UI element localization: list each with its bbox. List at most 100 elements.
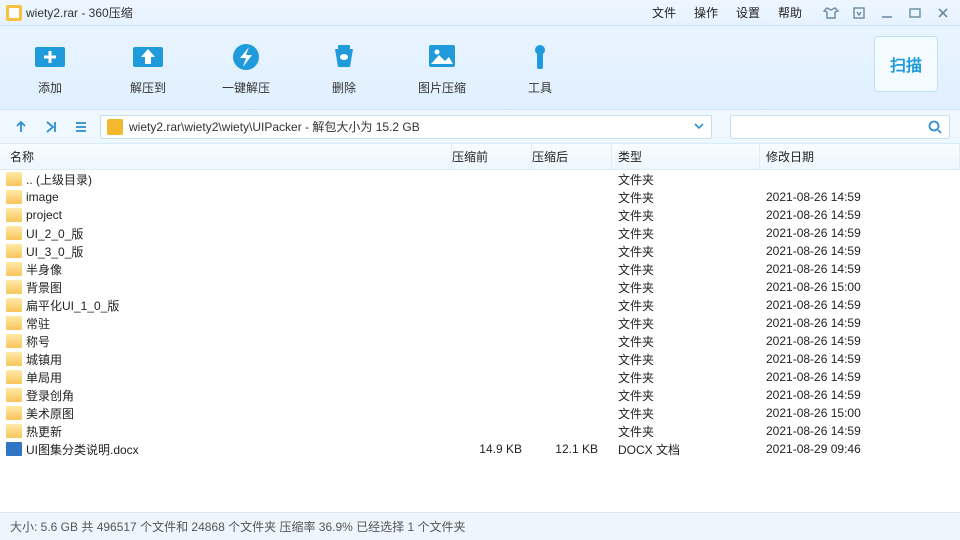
column-headers: 名称 压缩前 压缩后 类型 修改日期 (0, 144, 960, 170)
col-name[interactable]: 名称 (0, 144, 452, 169)
folder-icon (6, 226, 22, 240)
file-name: UI图集分类说明.docx (26, 441, 452, 458)
file-name: 常驻 (26, 315, 452, 332)
extract-icon (127, 39, 169, 73)
skin-icon[interactable] (820, 4, 842, 22)
file-date: 2021-08-26 14:59 (760, 334, 960, 348)
file-row[interactable]: UI图集分类说明.docx14.9 KB12.1 KBDOCX 文档2021-0… (0, 440, 960, 458)
file-type: 文件夹 (612, 333, 760, 350)
toolbar-extract-button[interactable]: 解压到 (116, 39, 180, 96)
file-date: 2021-08-26 14:59 (760, 388, 960, 402)
file-row[interactable]: 单局用文件夹2021-08-26 14:59 (0, 368, 960, 386)
search-box[interactable] (730, 115, 950, 139)
menu-item-3[interactable]: 帮助 (778, 4, 802, 21)
file-row[interactable]: UI_3_0_版文件夹2021-08-26 14:59 (0, 242, 960, 260)
folder-icon (6, 208, 22, 222)
close-button[interactable] (932, 4, 954, 22)
dropdown-icon[interactable] (848, 4, 870, 22)
file-row[interactable]: 背景图文件夹2021-08-26 15:00 (0, 278, 960, 296)
file-name: .. (上级目录) (26, 171, 452, 188)
file-date: 2021-08-26 14:59 (760, 244, 960, 258)
col-after[interactable]: 压缩后 (532, 144, 612, 169)
add-icon (29, 39, 71, 73)
nav-collapse-icon[interactable] (40, 116, 62, 138)
toolbar-tools-button[interactable]: 工具 (508, 39, 572, 96)
file-name: image (26, 190, 452, 204)
maximize-button[interactable] (904, 4, 926, 22)
chevron-down-icon[interactable] (693, 120, 705, 135)
toolbar-label: 删除 (332, 79, 356, 96)
status-text: 大小: 5.6 GB 共 496517 个文件和 24868 个文件夹 压缩率 … (10, 518, 465, 535)
size-before: 14.9 KB (452, 442, 532, 456)
file-row[interactable]: 称号 文件夹2021-08-26 14:59 (0, 332, 960, 350)
menu-item-1[interactable]: 操作 (694, 4, 718, 21)
file-date: 2021-08-26 14:59 (760, 370, 960, 384)
app-icon (6, 5, 22, 21)
file-type: 文件夹 (612, 261, 760, 278)
search-icon (927, 119, 943, 135)
file-type: DOCX 文档 (612, 441, 760, 458)
window-title: wiety2.rar - 360压缩 (26, 4, 133, 21)
nav-list-icon[interactable] (70, 116, 92, 138)
file-row[interactable]: UI_2_0_版文件夹2021-08-26 14:59 (0, 224, 960, 242)
file-name: 单局用 (26, 369, 452, 386)
file-date: 2021-08-26 15:00 (760, 406, 960, 420)
delete-icon (323, 39, 365, 73)
file-row[interactable]: 半身像文件夹2021-08-26 14:59 (0, 260, 960, 278)
file-row[interactable]: .. (上级目录)文件夹 (0, 170, 960, 188)
col-before[interactable]: 压缩前 (452, 144, 532, 169)
col-date[interactable]: 修改日期 (760, 144, 960, 169)
file-name: UI_3_0_版 (26, 243, 452, 260)
folder-icon (6, 190, 22, 204)
folder-icon (6, 352, 22, 366)
toolbar-oneclick-button[interactable]: 一键解压 (214, 39, 278, 96)
toolbar-label: 工具 (528, 79, 552, 96)
file-type: 文件夹 (612, 297, 760, 314)
folder-icon (6, 244, 22, 258)
scan-button[interactable]: 扫描 (874, 36, 938, 92)
file-row[interactable]: 美术原图文件夹2021-08-26 15:00 (0, 404, 960, 422)
file-date: 2021-08-29 09:46 (760, 442, 960, 456)
file-date: 2021-08-26 15:00 (760, 280, 960, 294)
file-row[interactable]: 扁平化UI_1_0_版文件夹2021-08-26 14:59 (0, 296, 960, 314)
folder-icon (6, 370, 22, 384)
file-row[interactable]: project文件夹2021-08-26 14:59 (0, 206, 960, 224)
toolbar-imgzip-button[interactable]: 图片压缩 (410, 39, 474, 96)
file-date: 2021-08-26 14:59 (760, 190, 960, 204)
menu-bar: 文件 操作 设置 帮助 (652, 4, 820, 21)
col-type[interactable]: 类型 (612, 144, 760, 169)
file-name: 美术原图 (26, 405, 452, 422)
file-date: 2021-08-26 14:59 (760, 316, 960, 330)
toolbar-delete-button[interactable]: 删除 (312, 39, 376, 96)
file-date: 2021-08-26 14:59 (760, 262, 960, 276)
path-box[interactable]: wiety2.rar\wiety2\wiety\UIPacker - 解包大小为… (100, 115, 712, 139)
nav-up-icon[interactable] (10, 116, 32, 138)
file-row[interactable]: image文件夹2021-08-26 14:59 (0, 188, 960, 206)
toolbar-label: 图片压缩 (418, 79, 466, 96)
file-name: UI_2_0_版 (26, 225, 452, 242)
file-name: 城镇用 (26, 351, 452, 368)
menu-item-2[interactable]: 设置 (736, 4, 760, 21)
folder-icon (6, 262, 22, 276)
file-type: 文件夹 (612, 279, 760, 296)
scan-label: 扫描 (890, 52, 922, 76)
tools-icon (519, 39, 561, 73)
file-type: 文件夹 (612, 423, 760, 440)
status-bar: 大小: 5.6 GB 共 496517 个文件和 24868 个文件夹 压缩率 … (0, 512, 960, 540)
file-row[interactable]: 城镇用文件夹2021-08-26 14:59 (0, 350, 960, 368)
oneclick-icon (225, 39, 267, 73)
file-row[interactable]: 登录创角文件夹2021-08-26 14:59 (0, 386, 960, 404)
path-text: wiety2.rar\wiety2\wiety\UIPacker - 解包大小为… (129, 118, 420, 135)
file-type: 文件夹 (612, 315, 760, 332)
toolbar-add-button[interactable]: 添加 (18, 39, 82, 96)
minimize-button[interactable] (876, 4, 898, 22)
folder-icon (6, 172, 22, 186)
file-date: 2021-08-26 14:59 (760, 298, 960, 312)
folder-icon (6, 424, 22, 438)
file-row[interactable]: 常驻 文件夹2021-08-26 14:59 (0, 314, 960, 332)
file-type: 文件夹 (612, 225, 760, 242)
menu-item-0[interactable]: 文件 (652, 4, 676, 21)
file-row[interactable]: 热更新文件夹2021-08-26 14:59 (0, 422, 960, 440)
file-name: 称号 (26, 333, 452, 350)
file-type: 文件夹 (612, 207, 760, 224)
